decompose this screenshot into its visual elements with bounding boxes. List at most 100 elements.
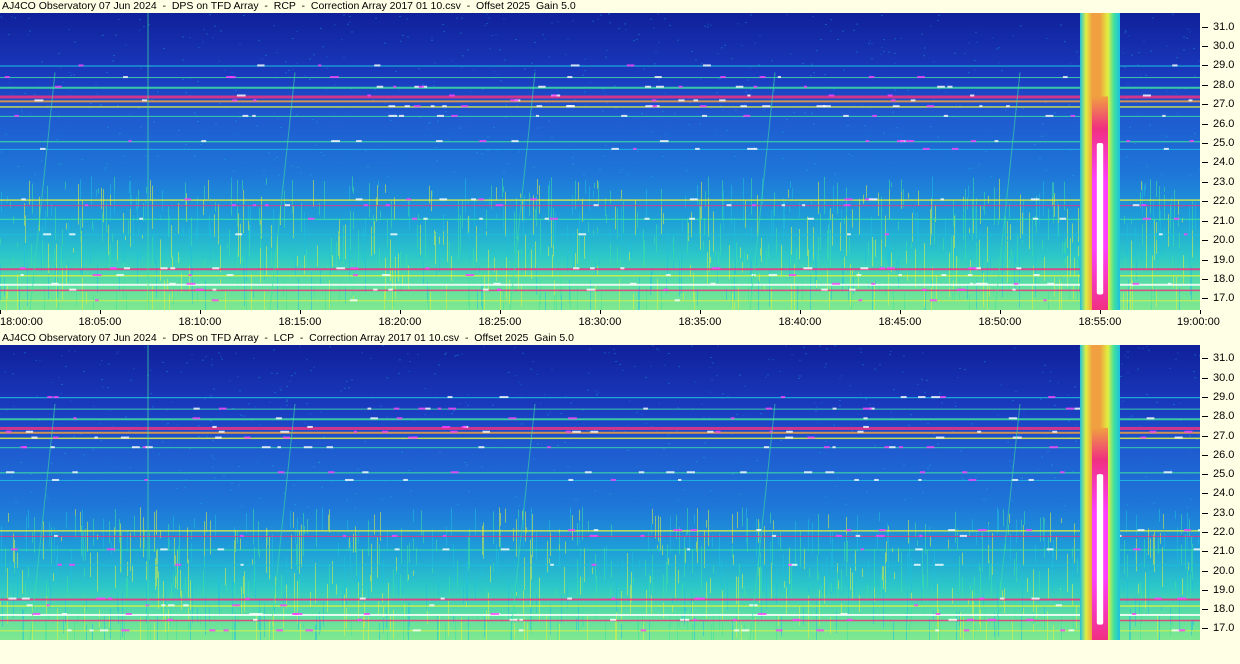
- y-tick: [1202, 609, 1208, 611]
- y-tick-label: 18.0: [1213, 272, 1235, 285]
- x-tick: [200, 310, 201, 314]
- x-tick: [1000, 310, 1001, 314]
- y-tick: [1202, 26, 1208, 28]
- rfi-band: [0, 397, 1200, 399]
- rfi-band: [0, 115, 1200, 117]
- rfi-band: [0, 100, 1200, 103]
- y-tick: [1202, 532, 1208, 534]
- rfi-band: [0, 426, 1200, 430]
- rfi-band: [0, 479, 1200, 481]
- rfi-band: [0, 300, 1200, 302]
- rfi-band: [0, 535, 1200, 537]
- y-tick-label: 25.0: [1213, 137, 1235, 150]
- y-tick: [1202, 416, 1208, 418]
- y-tick-label: 22.0: [1213, 526, 1235, 539]
- x-tick: [800, 310, 801, 314]
- y-tick-label: 19.0: [1213, 253, 1235, 266]
- x-tick-label: 19:00:00: [1177, 316, 1220, 328]
- y-tick: [1202, 46, 1208, 47]
- y-tick: [1202, 201, 1208, 203]
- rfi-band: [0, 275, 1200, 277]
- rfi-band: [0, 613, 1200, 616]
- y-tick: [1202, 435, 1208, 437]
- x-tick: [500, 310, 501, 314]
- y-tick: [1202, 397, 1208, 399]
- y-tick-label: 23.0: [1213, 175, 1235, 188]
- bottom-strip: [0, 640, 1240, 664]
- rfi-band: [0, 205, 1200, 207]
- rfi-band: [0, 77, 1200, 79]
- y-tick-label: 20.0: [1213, 234, 1235, 247]
- lcp-spectrogram: [0, 345, 1200, 640]
- rfi-band: [0, 598, 1200, 601]
- rfi-band: [0, 234, 1200, 236]
- y-tick-label: 21.0: [1213, 545, 1235, 558]
- x-tick: [700, 310, 701, 314]
- rfi-band: [0, 418, 1200, 421]
- y-tick: [1202, 162, 1208, 164]
- rfi-band: [0, 447, 1200, 449]
- rfi-band: [0, 530, 1200, 532]
- y-tick: [1202, 65, 1208, 67]
- y-tick: [1202, 123, 1208, 125]
- y-tick: [1202, 259, 1208, 261]
- y-tick-label: 27.0: [1213, 429, 1235, 442]
- y-tick-label: 29.0: [1213, 59, 1235, 72]
- time-axis: 18:00:00 18:05:00 18:10:00 18:15:00 18:20:00…: [0, 310, 1240, 330]
- rfi-band: [0, 472, 1200, 474]
- burst-peak: [1096, 143, 1104, 295]
- y-tick: [1202, 570, 1208, 572]
- y-tick: [1202, 104, 1208, 106]
- y-tick: [1202, 628, 1208, 630]
- y-tick: [1202, 493, 1208, 495]
- y-tick-label: 31.0: [1213, 20, 1235, 33]
- y-tick-label: 30.0: [1213, 40, 1235, 52]
- x-tick-label: 18:15:00: [278, 316, 322, 328]
- y-tick: [1202, 474, 1208, 476]
- x-tick: [600, 310, 601, 314]
- rfi-band: [0, 630, 1200, 632]
- x-tick-label: 18:05:00: [78, 316, 122, 328]
- y-tick-label: 31.0: [1213, 352, 1235, 365]
- y-tick-label: 17.0: [1213, 292, 1235, 305]
- rfi-band: [0, 605, 1200, 607]
- x-tick: [1200, 310, 1201, 314]
- x-tick-label: 18:50:00: [978, 316, 1022, 328]
- rfi-band: [0, 86, 1200, 89]
- y-tick: [1202, 143, 1208, 145]
- rfi-band: [0, 95, 1200, 99]
- y-tick-label: 30.0: [1213, 371, 1235, 384]
- x-tick: [400, 310, 401, 314]
- y-tick-label: 25.0: [1213, 468, 1235, 481]
- rfi-band: [0, 199, 1200, 201]
- y-tick-label: 22.0: [1213, 195, 1235, 208]
- rfi-band: [0, 283, 1200, 286]
- y-tick-label: 26.0: [1213, 448, 1235, 461]
- rfi-band: [0, 65, 1200, 67]
- y-tick: [1202, 358, 1208, 360]
- x-tick-label: 18:45:00: [878, 316, 922, 328]
- rfi-band: [0, 148, 1200, 150]
- y-tick: [1202, 240, 1208, 242]
- x-tick-label: 18:30:00: [578, 316, 622, 328]
- y-tick: [1202, 589, 1208, 591]
- rcp-title: AJ4CO Observatory 07 Jun 2024 - DPS on T…: [2, 0, 576, 12]
- x-tick: [0, 310, 1, 314]
- rcp-spectrogram: [0, 13, 1200, 310]
- y-tick: [1202, 298, 1208, 300]
- y-tick-label: 28.0: [1213, 78, 1235, 91]
- x-tick: [100, 310, 101, 314]
- y-tick: [1202, 181, 1208, 183]
- rfi-band: [0, 619, 1200, 622]
- y-tick-label: 29.0: [1213, 391, 1235, 404]
- lcp-title: AJ4CO Observatory 07 Jun 2024 - DPS on T…: [2, 332, 574, 344]
- x-tick: [300, 310, 301, 314]
- y-tick-label: 27.0: [1213, 98, 1235, 111]
- rfi-band: [0, 141, 1200, 143]
- y-tick: [1202, 551, 1208, 553]
- y-tick-label: 23.0: [1213, 506, 1235, 519]
- y-tick-label: 20.0: [1213, 564, 1235, 577]
- x-tick-label: 18:40:00: [778, 316, 822, 328]
- rfi-band: [0, 218, 1200, 220]
- rcp-panel: AJ4CO Observatory 07 Jun 2024 - DPS on T…: [0, 0, 1240, 330]
